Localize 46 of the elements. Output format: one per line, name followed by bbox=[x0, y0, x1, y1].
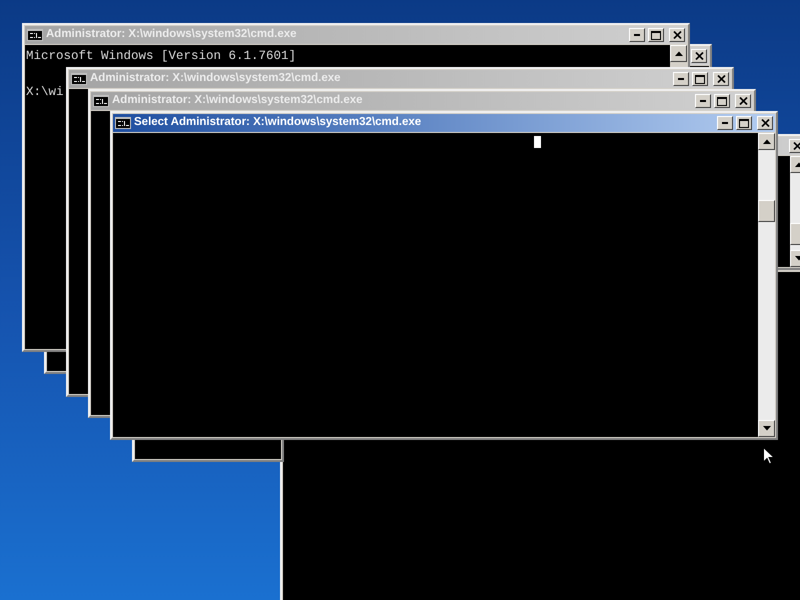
up-arrow-icon bbox=[674, 51, 682, 56]
console-icon bbox=[27, 29, 43, 41]
minimize-button[interactable] bbox=[695, 94, 711, 108]
close-icon bbox=[672, 31, 682, 39]
close-icon bbox=[792, 142, 800, 150]
maximize-icon bbox=[695, 74, 705, 84]
minimize-icon bbox=[634, 34, 640, 36]
maximize-button[interactable] bbox=[692, 72, 708, 86]
close-button[interactable] bbox=[713, 72, 729, 86]
maximize-icon bbox=[739, 118, 749, 128]
window-title: Select Administrator: X:\windows\system32\cmd.exe bbox=[134, 115, 422, 130]
maximize-icon bbox=[717, 96, 727, 106]
console-icon bbox=[115, 117, 131, 129]
console-line: X:\wi bbox=[26, 84, 64, 101]
window-title: Administrator: X:\windows\system32\cmd.exe bbox=[46, 27, 297, 42]
close-button[interactable] bbox=[669, 28, 685, 42]
maximize-icon bbox=[651, 30, 661, 40]
close-icon bbox=[716, 75, 726, 83]
minimize-button[interactable] bbox=[629, 28, 645, 42]
window-title: Administrator: X:\windows\system32\cmd.exe bbox=[112, 93, 363, 108]
close-icon bbox=[760, 119, 770, 127]
console-line: Microsoft Windows [Version 6.1.7601] bbox=[26, 48, 296, 65]
minimize-button[interactable] bbox=[717, 116, 733, 130]
maximize-button[interactable] bbox=[714, 94, 730, 108]
mouse-pointer-icon bbox=[763, 447, 775, 465]
scroll-up-button[interactable] bbox=[670, 45, 687, 62]
close-button[interactable] bbox=[757, 116, 773, 130]
minimize-icon bbox=[678, 78, 684, 80]
maximize-button[interactable] bbox=[648, 28, 664, 42]
scrollbar[interactable] bbox=[758, 133, 775, 437]
console-icon bbox=[93, 95, 109, 107]
close-button[interactable] bbox=[691, 49, 707, 63]
window-title: Administrator: X:\windows\system32\cmd.exe bbox=[90, 71, 341, 86]
scroll-down-button[interactable] bbox=[758, 420, 775, 437]
close-icon bbox=[738, 97, 748, 105]
scroll-up-button[interactable] bbox=[758, 133, 775, 150]
down-arrow-icon bbox=[762, 426, 770, 431]
up-arrow-icon bbox=[762, 139, 770, 144]
maximize-button[interactable] bbox=[736, 116, 752, 130]
close-icon bbox=[694, 52, 704, 60]
minimize-icon bbox=[700, 100, 706, 102]
close-button[interactable] bbox=[735, 94, 751, 108]
console-icon bbox=[71, 73, 87, 85]
minimize-icon bbox=[722, 122, 728, 124]
minimize-button[interactable] bbox=[673, 72, 689, 86]
scroll-thumb[interactable] bbox=[758, 200, 775, 222]
